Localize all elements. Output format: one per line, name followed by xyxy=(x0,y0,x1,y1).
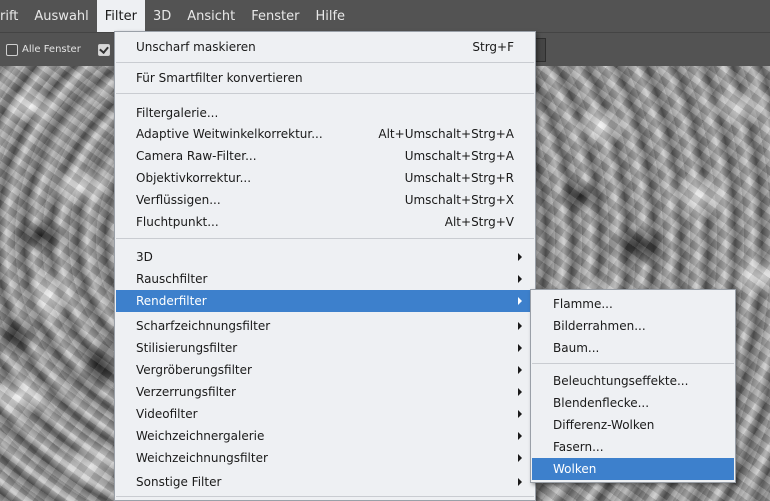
menu-item-label: Unscharf maskieren xyxy=(136,40,256,54)
menu-item-label: Flamme... xyxy=(553,297,613,311)
menu-item-label: Weichzeichnergalerie xyxy=(136,429,265,443)
menu-item-shortcut: Umschalt+Strg+R xyxy=(404,171,514,185)
menu-item-label: Rauschfilter xyxy=(136,272,208,286)
menu-item-label: Blendenflecke... xyxy=(553,396,650,410)
menu-item-label: Stilisierungsfilter xyxy=(136,341,238,355)
submenu-arrow-icon xyxy=(518,388,522,396)
menu-item-label: Weichzeichnungsfilter xyxy=(136,451,268,465)
submenu-arrow-icon xyxy=(518,366,522,374)
menu-item-label: Wolken xyxy=(553,462,597,476)
submenu-arrow-icon xyxy=(518,322,522,330)
menu-separator xyxy=(116,238,534,239)
menu-auswahl[interactable]: Auswahl xyxy=(26,0,96,32)
submenu-arrow-icon xyxy=(518,410,522,418)
menu-item-label: Camera Raw-Filter... xyxy=(136,149,257,163)
menu-item-shortcut: Umschalt+Strg+X xyxy=(404,193,514,207)
menu-item-shortcut: Alt+Umschalt+Strg+A xyxy=(378,127,514,141)
submenu-item-blendenflecke[interactable]: Blendenflecke... xyxy=(532,392,734,414)
menu-item-rauschfilter[interactable]: Rauschfilter xyxy=(116,268,534,290)
menu-item-label: Für Smartfilter konvertieren xyxy=(136,71,303,85)
menu-item-weichzeichnungsfilter[interactable]: Weichzeichnungsfilter xyxy=(116,447,534,469)
all-windows-label: Alle Fenster xyxy=(22,44,81,55)
all-windows-checkbox[interactable] xyxy=(6,44,18,56)
menu-item-scharfzeichnungsfilter[interactable]: Scharfzeichnungsfilter xyxy=(116,315,534,337)
menubar: rift Auswahl Filter 3D Ansicht Fenster H… xyxy=(0,0,770,32)
menu-fenster[interactable]: Fenster xyxy=(243,0,307,32)
menu-item-smartfilter[interactable]: Für Smartfilter konvertieren xyxy=(116,67,534,89)
menu-item-label: Differenz-Wolken xyxy=(553,418,655,432)
submenu-item-bilderrahmen[interactable]: Bilderrahmen... xyxy=(532,315,734,337)
submenu-arrow-icon xyxy=(518,253,522,261)
submenu-item-fasern[interactable]: Fasern... xyxy=(532,436,734,458)
menu-item-label: Verzerrungsfilter xyxy=(136,385,236,399)
menu-item-label: Verflüssigen... xyxy=(136,193,221,207)
menu-item-videofilter[interactable]: Videofilter xyxy=(116,403,534,425)
submenu-arrow-icon xyxy=(518,275,522,283)
menu-3d[interactable]: 3D xyxy=(145,0,179,32)
menu-item-shortcut: Umschalt+Strg+A xyxy=(404,149,514,163)
menu-item-label: Videofilter xyxy=(136,407,198,421)
menu-item-sonstige-filter[interactable]: Sonstige Filter xyxy=(116,471,534,493)
submenu-arrow-icon xyxy=(518,478,522,486)
options-field[interactable] xyxy=(536,38,546,62)
menu-item-filtergalerie[interactable]: Filtergalerie... xyxy=(116,102,534,124)
menu-item-3d[interactable]: 3D xyxy=(116,246,534,268)
menu-item-label: Scharfzeichnungsfilter xyxy=(136,319,271,333)
menu-item-weichzeichnergalerie[interactable]: Weichzeichnergalerie xyxy=(116,425,534,447)
menu-item-unscharf-maskieren[interactable]: Unscharf maskieren Strg+F xyxy=(116,36,534,58)
menu-item-label: 3D xyxy=(136,250,153,264)
menu-item-objektivkorrektur[interactable]: Objektivkorrektur... Umschalt+Strg+R xyxy=(116,167,534,189)
menu-item-label: Objektivkorrektur... xyxy=(136,171,252,185)
menu-item-adaptive-weitwinkel[interactable]: Adaptive Weitwinkelkorrektur... Alt+Umsc… xyxy=(116,123,534,145)
menu-item-shortcut: Alt+Strg+V xyxy=(444,215,514,229)
menu-item-label: Sonstige Filter xyxy=(136,475,222,489)
menu-item-verfluessigen[interactable]: Verflüssigen... Umschalt+Strg+X xyxy=(116,189,534,211)
menu-filter[interactable]: Filter xyxy=(96,0,145,32)
option-checkbox[interactable] xyxy=(98,44,110,56)
menu-separator xyxy=(532,363,734,364)
menu-hilfe[interactable]: Hilfe xyxy=(307,0,353,32)
submenu-item-beleuchtungseffekte[interactable]: Beleuchtungseffekte... xyxy=(532,370,734,392)
menu-item-label: Baum... xyxy=(553,341,600,355)
submenu-arrow-icon xyxy=(518,344,522,352)
menu-item-vergroeberungsfilter[interactable]: Vergröberungsfilter xyxy=(116,359,534,381)
menu-schrift[interactable]: rift xyxy=(0,0,26,32)
menu-item-shortcut: Strg+F xyxy=(472,40,514,54)
submenu-arrow-icon xyxy=(518,432,522,440)
menu-item-label: Vergröberungsfilter xyxy=(136,363,252,377)
menu-item-label: Bilderrahmen... xyxy=(553,319,646,333)
menu-item-label: Beleuchtungseffekte... xyxy=(553,374,689,388)
submenu-item-flamme[interactable]: Flamme... xyxy=(532,293,734,315)
renderfilter-submenu: Flamme... Bilderrahmen... Baum... Beleuc… xyxy=(530,289,736,483)
menu-separator xyxy=(116,62,534,63)
menu-item-renderfilter[interactable]: Renderfilter xyxy=(116,290,534,312)
submenu-item-wolken[interactable]: Wolken xyxy=(532,458,734,480)
menu-item-label: Renderfilter xyxy=(136,294,207,308)
submenu-item-baum[interactable]: Baum... xyxy=(532,337,734,359)
menu-item-label: Filtergalerie... xyxy=(136,106,219,120)
menu-item-verzerrungsfilter[interactable]: Verzerrungsfilter xyxy=(116,381,534,403)
menu-item-fluchtpunkt[interactable]: Fluchtpunkt... Alt+Strg+V xyxy=(116,211,534,233)
menu-item-label: Adaptive Weitwinkelkorrektur... xyxy=(136,127,323,141)
menu-item-stilisierungsfilter[interactable]: Stilisierungsfilter xyxy=(116,337,534,359)
menu-item-camera-raw[interactable]: Camera Raw-Filter... Umschalt+Strg+A xyxy=(116,145,534,167)
submenu-item-differenz-wolken[interactable]: Differenz-Wolken xyxy=(532,414,734,436)
submenu-arrow-icon xyxy=(518,454,522,462)
submenu-arrow-icon xyxy=(518,297,522,305)
menu-item-label: Fluchtpunkt... xyxy=(136,215,219,229)
menu-ansicht[interactable]: Ansicht xyxy=(179,0,243,32)
menu-separator xyxy=(116,496,534,497)
menu-separator xyxy=(116,93,534,94)
menu-item-label: Fasern... xyxy=(553,440,604,454)
filter-menu: Unscharf maskieren Strg+F Für Smartfilte… xyxy=(114,31,536,501)
